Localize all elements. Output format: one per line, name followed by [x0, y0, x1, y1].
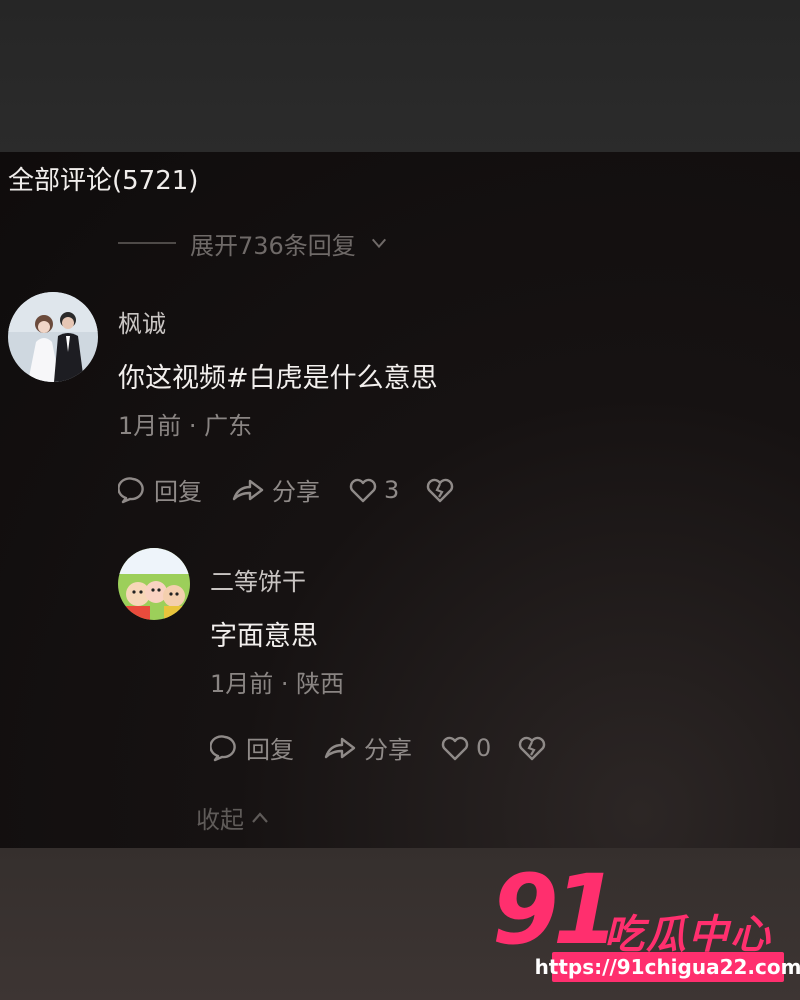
comments-header-title: 全部评论(5721)	[8, 166, 199, 196]
avatar-fengcheng[interactable]	[8, 292, 98, 382]
speech-bubble-icon	[210, 734, 236, 761]
cartoon-kids-icon	[118, 548, 190, 620]
like-count: 3	[384, 475, 400, 504]
reply-like-button[interactable]: 0	[440, 734, 491, 762]
broken-heart-icon	[519, 736, 546, 760]
speech-bubble-icon	[118, 476, 144, 503]
watermark-logo-number: 91	[492, 854, 620, 966]
share-arrow-icon	[232, 479, 264, 500]
reply-button[interactable]: 回复	[118, 472, 202, 507]
expand-replies-label: 展开736条回复	[190, 231, 356, 260]
comment-username[interactable]: 枫诚	[118, 304, 166, 339]
chevron-up-icon	[252, 811, 268, 823]
reply-reply-button[interactable]: 回复	[210, 730, 294, 765]
share-label: 分享	[272, 478, 320, 506]
wedding-photo-icon	[8, 292, 98, 382]
comment-meta: 1月前 · 广东	[118, 412, 253, 440]
like-button[interactable]: 3	[348, 476, 399, 504]
comment-actions: 回复 分享 3	[118, 472, 455, 507]
reply-actions: 回复 分享 0	[210, 730, 547, 765]
collapse-label: 收起	[196, 806, 244, 834]
reply-share-label: 分享	[364, 736, 412, 764]
heart-icon	[349, 478, 377, 502]
reply-like-count: 0	[476, 733, 492, 762]
collapse-button[interactable]: 收起	[196, 800, 270, 835]
reply-label: 回复	[154, 478, 202, 506]
avatar-erdengbinggan[interactable]	[118, 548, 190, 620]
expand-replies-button[interactable]: 展开736条回复	[118, 226, 388, 260]
reply-username[interactable]: 二等饼干	[210, 562, 306, 597]
heart-icon	[441, 736, 469, 760]
reply-reply-label: 回复	[246, 736, 294, 764]
watermark-url: https://91chigua22.com	[535, 952, 800, 982]
broken-heart-icon	[427, 478, 454, 502]
reply-dislike-button[interactable]	[517, 734, 547, 762]
expand-divider-line	[118, 242, 176, 244]
chevron-down-icon	[371, 238, 386, 249]
reply-text: 字面意思	[210, 621, 318, 652]
reply-meta: 1月前 · 陕西	[210, 670, 345, 698]
share-button[interactable]: 分享	[230, 472, 320, 507]
reply-share-button[interactable]: 分享	[322, 730, 412, 765]
dislike-button[interactable]	[425, 476, 455, 504]
top-background	[0, 0, 800, 152]
comment-text: 你这视频#白虎是什么意思	[118, 363, 438, 394]
share-arrow-icon	[324, 737, 356, 758]
